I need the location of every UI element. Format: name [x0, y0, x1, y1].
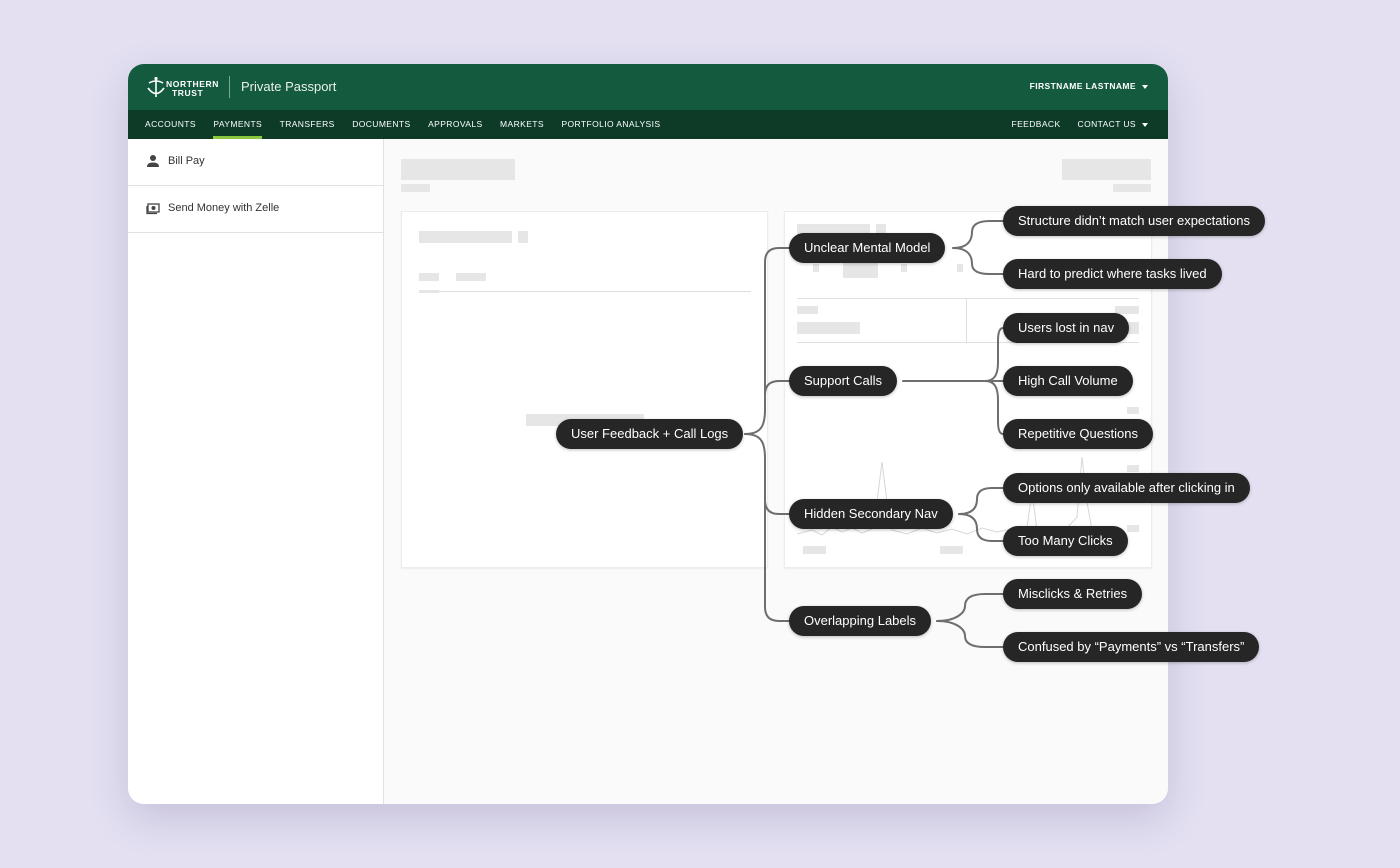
axis-label-placeholder: [803, 546, 826, 554]
nav-tab-markets[interactable]: MARKETS: [500, 110, 544, 139]
mindmap-branch-hidden-secondary-nav: Hidden Secondary Nav: [789, 499, 953, 529]
product-name: Private Passport: [241, 79, 337, 94]
mindmap-leaf: High Call Volume: [1003, 366, 1133, 396]
mindmap-branch-support-calls: Support Calls: [789, 366, 898, 396]
chevron-down-icon: [1142, 84, 1148, 89]
mindmap-leaf: Repetitive Questions: [1003, 419, 1153, 449]
mindmap-leaf: Hard to predict where tasks lived: [1003, 259, 1222, 289]
axis-label-placeholder: [940, 546, 963, 554]
mindmap-branch-overlapping-labels: Overlapping Labels: [789, 606, 932, 636]
main-content: [384, 139, 1168, 804]
nav-tab-portfolio-analysis[interactable]: PORTFOLIO ANALYSIS: [561, 110, 660, 139]
page-subtitle-placeholder: [401, 184, 430, 192]
northern-trust-logo-icon: [147, 76, 165, 97]
mindmap-root: User Feedback + Call Logs: [556, 419, 744, 449]
mindmap-leaf: Confused by “Payments” vs “Transfers”: [1003, 632, 1260, 662]
person-icon: [147, 155, 159, 167]
mindmap-branch-unclear-mental-model: Unclear Mental Model: [789, 233, 946, 263]
feedback-link[interactable]: FEEDBACK: [1012, 110, 1061, 139]
chip-placeholder: [843, 262, 878, 278]
brand-divider: [229, 76, 230, 98]
nav-tab-accounts[interactable]: ACCOUNTS: [145, 110, 196, 139]
left-card: [401, 211, 768, 568]
contact-us-label: CONTACT US: [1077, 119, 1136, 129]
mindmap-leaf: Options only available after clicking in: [1003, 473, 1250, 503]
primary-nav: ACCOUNTS PAYMENTS TRANSFERS DOCUMENTS APPROV…: [128, 110, 1168, 139]
chip-placeholder: [813, 264, 819, 272]
cash-icon: [146, 203, 160, 215]
mindmap-leaf: Misclicks & Retries: [1003, 579, 1143, 609]
mindmap-leaf: Too Many Clicks: [1003, 526, 1128, 556]
brand-wordmark[interactable]: NORTHERN TRUST: [166, 80, 219, 98]
mindmap-leaf: Users lost in nav: [1003, 313, 1130, 343]
axis-tick-placeholder: [1127, 525, 1139, 532]
chip-placeholder: [957, 264, 963, 272]
chevron-down-icon: [1142, 122, 1148, 127]
card-title-placeholder: [419, 231, 512, 243]
sidebar-item-bill-pay[interactable]: Bill Pay: [128, 139, 383, 186]
card-tab-placeholder: [456, 273, 486, 281]
mindmap-leaf: Structure didn’t match user expectations: [1003, 206, 1265, 236]
nav-tab-payments[interactable]: PAYMENTS: [213, 110, 262, 139]
stat-divider: [966, 298, 967, 342]
nav-tab-documents[interactable]: DOCUMENTS: [352, 110, 410, 139]
header-meta-placeholder: [1113, 184, 1151, 192]
contact-us-menu[interactable]: CONTACT US: [1078, 110, 1148, 139]
sidebar-item-label: Bill Pay: [168, 155, 205, 167]
nav-tab-approvals[interactable]: APPROVALS: [428, 110, 482, 139]
card-divider: [419, 291, 751, 292]
sidebar-item-zelle[interactable]: Send Money with Zelle: [128, 186, 383, 233]
sidebar: Bill Pay Send Money with Zelle: [128, 139, 384, 804]
card-tab-indicator-placeholder: [419, 290, 439, 293]
page-title-placeholder: [401, 159, 515, 180]
card-divider: [797, 298, 1139, 299]
axis-tick-placeholder: [1127, 465, 1139, 472]
card-tab-placeholder: [419, 273, 439, 281]
primary-nav-items: ACCOUNTS PAYMENTS TRANSFERS DOCUMENTS APPROV…: [145, 110, 678, 139]
user-menu[interactable]: FIRSTNAME LASTNAME: [1030, 81, 1148, 91]
axis-tick-placeholder: [1127, 407, 1139, 414]
brand-line-2: TRUST: [172, 88, 204, 98]
utility-nav: FEEDBACK CONTACT US: [995, 110, 1148, 139]
top-bar: NORTHERN TRUST Private Passport FIRSTNAM…: [128, 64, 1168, 110]
stat-label-placeholder: [797, 306, 818, 314]
chip-placeholder: [901, 264, 907, 272]
user-name: FIRSTNAME LASTNAME: [1029, 81, 1136, 91]
header-action-placeholder: [1062, 159, 1151, 180]
card-badge-placeholder: [518, 231, 528, 243]
stat-value-placeholder: [797, 322, 860, 334]
sidebar-item-label: Send Money with Zelle: [168, 202, 280, 214]
nav-tab-transfers[interactable]: TRANSFERS: [280, 110, 335, 139]
